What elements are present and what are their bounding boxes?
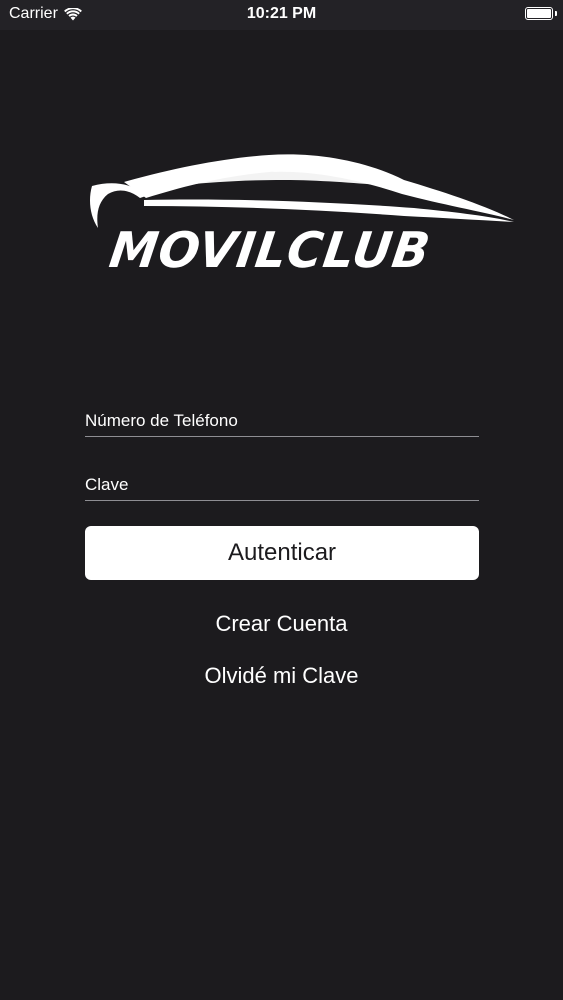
create-account-link[interactable]: Crear Cuenta xyxy=(0,611,563,637)
password-input[interactable] xyxy=(85,475,479,495)
forgot-password-link[interactable]: Olvidé mi Clave xyxy=(0,663,563,689)
password-field[interactable] xyxy=(85,464,479,501)
logo-wordmark: MOVILCLUB xyxy=(105,222,435,280)
battery-icon xyxy=(525,7,553,20)
authenticate-button[interactable]: Autenticar xyxy=(85,526,479,580)
phone-input[interactable] xyxy=(85,411,479,431)
app-logo: MOVILCLUB xyxy=(84,150,516,280)
status-time: 10:21 PM xyxy=(246,5,317,22)
battery-nub xyxy=(555,11,557,16)
status-bar: Carrier 10:21 PM xyxy=(0,0,563,30)
phone-field[interactable] xyxy=(85,400,479,437)
battery-fill xyxy=(527,9,551,18)
